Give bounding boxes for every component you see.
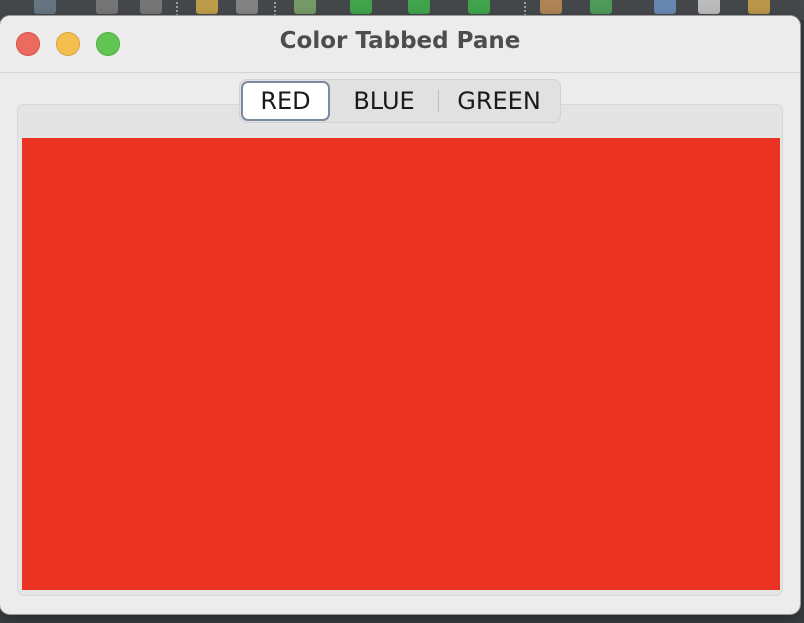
redo-icon xyxy=(236,0,258,14)
undo-icon xyxy=(196,0,218,14)
print-icon xyxy=(698,0,720,14)
toolbar-separator xyxy=(524,2,529,16)
tools-icon xyxy=(748,0,770,14)
tab-content-panel xyxy=(22,138,780,590)
toolbar-separator xyxy=(176,2,181,16)
title-bar: Color Tabbed Pane xyxy=(0,16,800,73)
tab-red[interactable]: RED xyxy=(241,81,330,121)
tab-blue[interactable]: BLUE xyxy=(330,81,438,121)
debug-icon xyxy=(408,0,430,14)
save-icon xyxy=(96,0,118,14)
save-all-icon xyxy=(140,0,162,14)
tab-bar: RED BLUE GREEN xyxy=(239,79,561,123)
run-icon xyxy=(350,0,372,14)
open-project-icon xyxy=(654,0,676,14)
package-icon xyxy=(540,0,562,14)
new-class-icon xyxy=(590,0,612,14)
build-icon xyxy=(294,0,316,14)
profile-icon xyxy=(468,0,490,14)
new-file-icon xyxy=(34,0,56,14)
tab-green[interactable]: GREEN xyxy=(439,81,559,121)
toolbar-separator xyxy=(274,2,279,16)
background-ide-edge xyxy=(800,20,804,623)
app-window: Color Tabbed Pane RED BLUE GREEN xyxy=(0,16,800,614)
window-title: Color Tabbed Pane xyxy=(279,28,521,54)
